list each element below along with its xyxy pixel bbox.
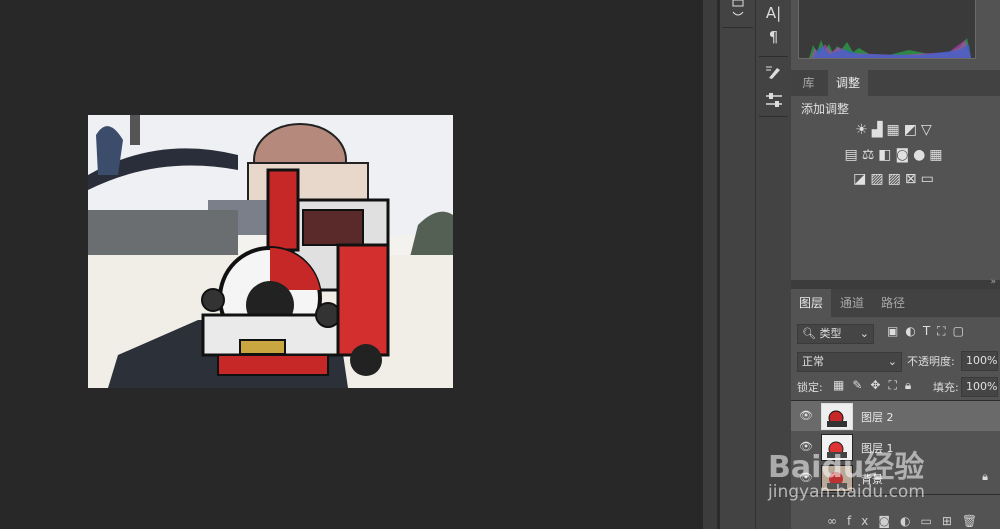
color-balance-icon[interactable]: ⚖ <box>862 147 879 163</box>
delete-layer-icon[interactable]: 🗑︎ <box>962 514 987 528</box>
layer-row-layer-2[interactable]: 👁︎ 图层 2 <box>791 401 1000 431</box>
lock-all-icon[interactable]: 🔒︎ <box>905 378 919 392</box>
tab-adjustments[interactable]: 调整 <box>828 70 868 96</box>
adjustment-icon <box>732 0 743 16</box>
adjustment-filter-icon[interactable]: ◐ <box>905 324 922 338</box>
lock-icon: 🔒︎ <box>982 470 988 483</box>
layer-name[interactable]: 图层 2 <box>861 409 894 425</box>
new-group-icon[interactable]: ▭ <box>920 514 941 528</box>
tab-paths[interactable]: 路径 <box>873 289 913 317</box>
lock-paint-icon[interactable]: ✎ <box>852 378 870 392</box>
curves-icon[interactable]: ▦ <box>887 122 904 138</box>
add-mask-icon[interactable]: ◙ <box>878 514 900 528</box>
vertical-scrollbar[interactable] <box>703 0 717 529</box>
panel-separator[interactable]: » <box>791 277 1000 289</box>
adjustment-icons-row-2: ▤⚖◧◙●▦ <box>791 147 1000 163</box>
paragraph-icon[interactable]: ¶ <box>756 28 791 50</box>
pixel-filter-icon[interactable]: ▣ <box>887 324 905 338</box>
character-icon[interactable]: A| <box>756 4 791 26</box>
photo-filter-icon[interactable]: ◙ <box>895 147 913 163</box>
posterize-icon[interactable]: ▨ <box>870 171 887 187</box>
watermark-brand: Baidu经验 <box>768 450 925 485</box>
lock-label: 锁定: <box>797 381 823 394</box>
color-lookup-icon[interactable]: ▦ <box>929 147 946 163</box>
levels-icon[interactable]: ▟ <box>872 122 887 138</box>
channel-mixer-icon[interactable]: ● <box>913 147 929 163</box>
smart-object-filter-icon[interactable]: ▢ <box>953 324 971 338</box>
brightness-contrast-icon[interactable]: ☀ <box>855 122 872 138</box>
chevron-down-icon: ⌄ <box>859 327 869 340</box>
lock-icons: ▦✎✥⛶🔒︎ <box>833 378 919 393</box>
lock-transparent-icon[interactable]: ▦ <box>833 378 852 392</box>
fill-input[interactable]: 100% <box>961 377 998 397</box>
opacity-input[interactable]: 100% <box>961 351 998 371</box>
invert-icon[interactable]: ◪ <box>853 171 870 187</box>
properties-icon[interactable] <box>756 92 791 112</box>
layer-thumbnail <box>821 403 853 430</box>
gradient-map-icon[interactable]: ▭ <box>921 171 938 187</box>
histogram-graph <box>798 0 976 59</box>
lock-position-icon[interactable]: ✥ <box>870 378 888 392</box>
document-image[interactable] <box>88 115 453 388</box>
black-white-icon[interactable]: ◧ <box>878 147 895 163</box>
adjustments-tab-bar: 库 调整 <box>791 70 1000 96</box>
tab-layers[interactable]: 图层 <box>791 289 831 317</box>
vibrance-icon[interactable]: ▽ <box>921 122 936 138</box>
collapsed-panel-dock <box>720 0 755 529</box>
adjustment-icons-row-1: ☀▟▦◩▽ <box>791 122 1000 138</box>
exposure-icon[interactable]: ◩ <box>904 122 921 138</box>
fill-label: 填充: <box>933 381 959 394</box>
layer-filter-select[interactable]: 🔍︎ 类型 ⌄ <box>797 324 874 344</box>
new-adjustment-icon[interactable]: ◐ <box>900 514 920 528</box>
layer-style-icon[interactable]: fx <box>847 514 878 528</box>
tab-channels[interactable]: 通道 <box>832 289 872 317</box>
train-photo-cutout-filter <box>88 115 453 388</box>
link-layers-icon[interactable]: ∞ <box>827 514 847 528</box>
new-layer-icon[interactable]: ⊞ <box>942 514 962 528</box>
add-adjustment-label: 添加调整 <box>801 102 850 116</box>
type-filter-icon[interactable]: T <box>923 324 937 338</box>
opacity-label: 不透明度: <box>907 355 955 368</box>
watermark-url: jingyan.baidu.com <box>768 482 925 502</box>
layers-tab-bar: 图层 通道 路径 <box>791 289 1000 317</box>
shape-filter-icon[interactable]: ⛶ <box>937 324 952 338</box>
lock-artboard-icon[interactable]: ⛶ <box>888 378 904 392</box>
tab-library[interactable]: 库 <box>791 70 826 96</box>
hue-saturation-icon[interactable]: ▤ <box>844 147 861 163</box>
eye-icon[interactable]: 👁︎ <box>799 409 813 422</box>
search-icon: 🔍︎ <box>802 327 816 340</box>
brush-settings-icon[interactable] <box>756 64 791 84</box>
histogram-panel <box>791 0 1000 66</box>
chevron-down-icon: ⌄ <box>887 355 897 368</box>
layers-bottom-toolbar: ∞fx◙◐▭⊞🗑︎ <box>827 514 987 528</box>
selective-color-icon[interactable]: ⊠ <box>905 171 921 187</box>
adjustment-icons-row-3: ◪▨▨⊠▭ <box>791 171 1000 187</box>
collapse-icon[interactable]: » <box>990 277 996 287</box>
threshold-icon[interactable]: ▨ <box>888 171 905 187</box>
layer-filter-icons: ▣◐T⛶▢ <box>887 324 971 339</box>
blend-mode-select[interactable]: 正常 ⌄ <box>797 352 902 372</box>
panel-icon-top[interactable] <box>720 0 755 22</box>
